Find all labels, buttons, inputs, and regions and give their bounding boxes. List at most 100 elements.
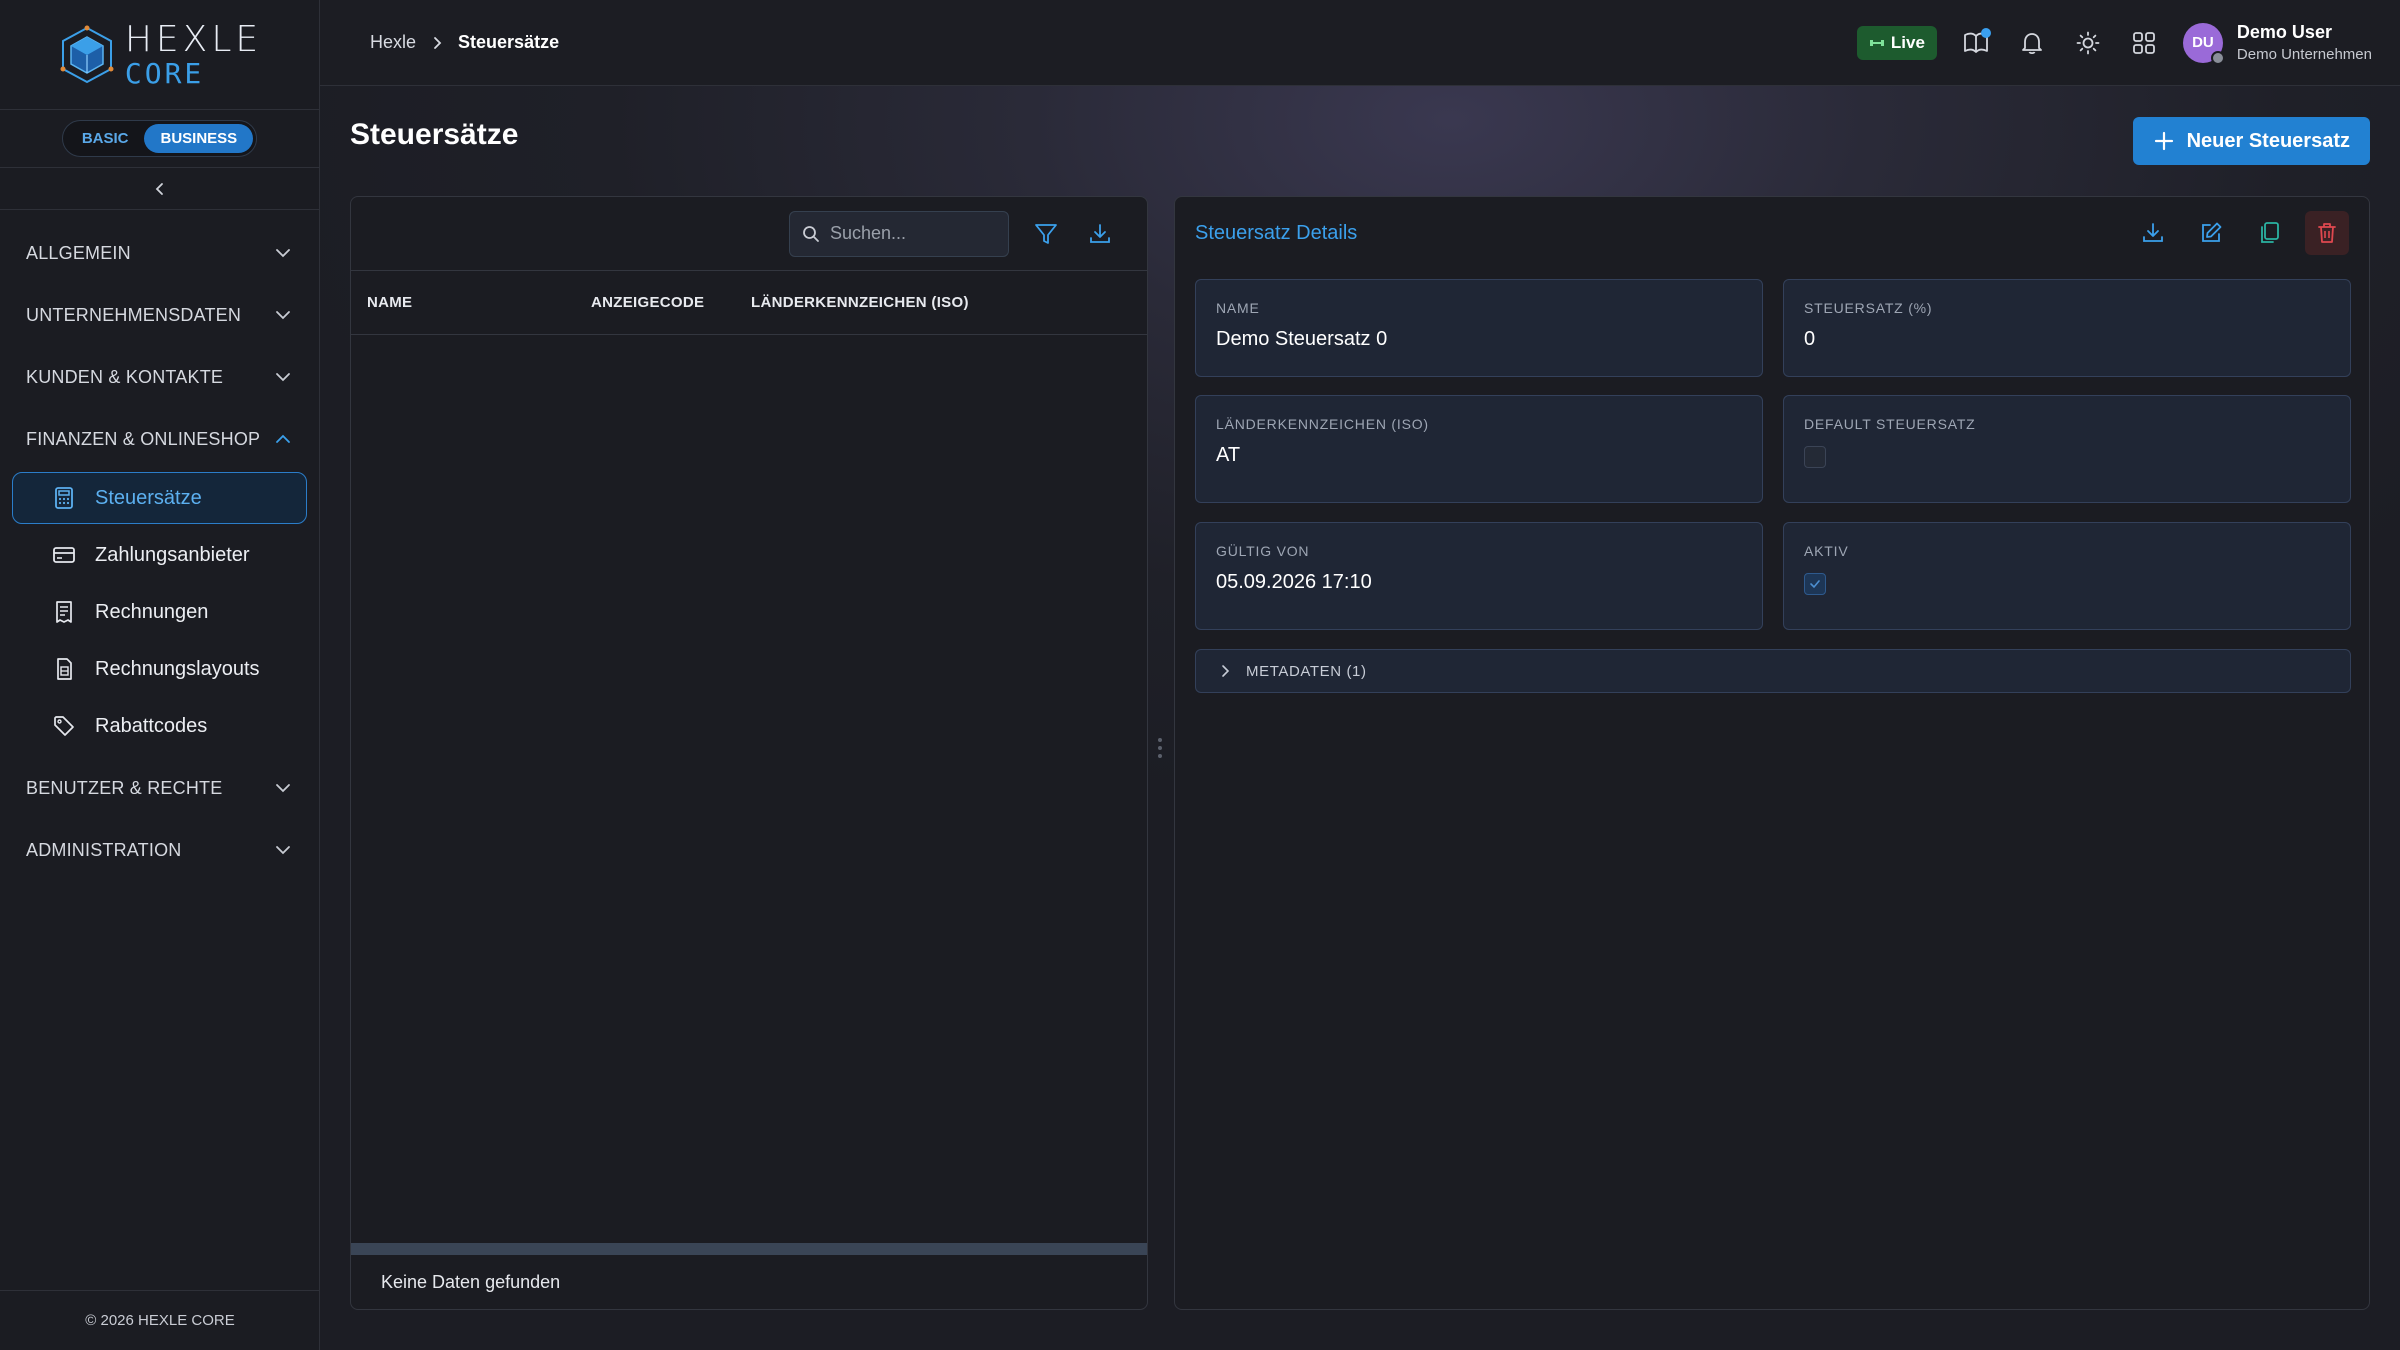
plan-switch-area: BASIC BUSINESS [0, 110, 319, 168]
field-default-tax-rate: DEFAULT STEUERSATZ [1783, 395, 2351, 503]
search-icon [803, 225, 819, 242]
sidebar-footer: © 2026 HEXLE CORE [0, 1290, 320, 1350]
avatar-initials: DU [2192, 34, 2214, 51]
user-company: Demo Unternehmen [2236, 46, 2372, 63]
sidebar-collapse-button[interactable] [0, 168, 319, 210]
copyright-text: © 2026 HEXLE CORE [85, 1312, 235, 1329]
sidebar-item-zahlungsanbieter[interactable]: Zahlungsanbieter [12, 529, 307, 581]
detail-duplicate-button[interactable] [2247, 211, 2291, 255]
metadata-label: METADATEN (1) [1246, 662, 1367, 680]
nav-group-unternehmensdaten[interactable]: UNTERNEHMENSDATEN [0, 284, 319, 346]
breadcrumb-root[interactable]: Hexle [370, 32, 416, 53]
nav-group-benutzer[interactable]: BENUTZER & RECHTE [0, 757, 319, 819]
detail-header: Steuersatz Details [1175, 197, 2369, 269]
horizontal-scrollbar[interactable] [351, 1243, 1147, 1255]
sidebar-nav: ALLGEMEIN UNTERNEHMENSDATEN KUNDEN & KON… [0, 210, 319, 881]
chevron-down-icon [276, 249, 290, 258]
search-box [789, 210, 1009, 257]
download-icon [1090, 223, 1110, 243]
nav-group-label: BENUTZER & RECHTE [26, 777, 223, 798]
nav-group-label: KUNDEN & KONTAKTE [26, 366, 224, 387]
export-button[interactable] [1083, 217, 1117, 251]
live-status-badge[interactable]: Live [1856, 25, 1937, 60]
field-value: Demo Steuersatz 0 [1216, 328, 1388, 350]
apps-grid-button[interactable] [2127, 26, 2161, 60]
sidebar-item-label: Rechnungen [95, 600, 209, 623]
empty-state-text: Keine Daten gefunden [381, 1271, 561, 1292]
sidebar-item-steuersaetze[interactable]: Steuersätze [12, 472, 307, 524]
column-header-iso[interactable]: LÄNDERKENNZEICHEN (ISO) [751, 294, 969, 311]
chevron-right-icon [434, 36, 442, 49]
nav-group-label: UNTERNEHMENSDATEN [26, 304, 242, 325]
chevron-down-icon [276, 846, 290, 855]
detail-download-button[interactable] [2131, 211, 2175, 255]
sidebar-item-label: Zahlungsanbieter [95, 543, 250, 566]
active-checkbox[interactable] [1804, 573, 1826, 595]
nav-group-label: ALLGEMEIN [26, 242, 131, 263]
notifications-button[interactable] [2015, 26, 2049, 60]
chevron-down-icon [276, 311, 290, 320]
live-label: Live [1890, 32, 1925, 52]
user-menu[interactable]: DU Demo User Demo Unternehmen [2182, 22, 2372, 65]
new-tax-rate-button[interactable]: Neuer Steuersatz [2132, 117, 2370, 165]
avatar-status-dot [2210, 50, 2225, 65]
nav-group-allgemein[interactable]: ALLGEMEIN [0, 222, 319, 284]
theme-toggle-button[interactable] [2071, 26, 2105, 60]
column-header-code[interactable]: ANZEIGECODE [591, 294, 751, 311]
panel-resize-handle[interactable] [1158, 738, 1162, 758]
breadcrumb: Hexle Steuersätze [370, 32, 559, 53]
sidebar-item-label: Rabattcodes [95, 714, 208, 737]
field-valid-from[interactable]: GÜLTIG VON 05.09.2026 17:10 [1195, 522, 1763, 630]
metadata-accordion[interactable]: METADATEN (1) [1195, 649, 2351, 693]
field-name[interactable]: NAME Demo Steuersatz 0 [1195, 279, 1763, 377]
field-label: NAME [1216, 300, 1260, 316]
field-active: AKTIV [1783, 522, 2351, 630]
logo-text-core: CORE [124, 56, 205, 90]
plan-toggle: BASIC BUSINESS [61, 120, 258, 157]
receipt-icon [53, 601, 75, 623]
sidebar-item-rechnungen[interactable]: Rechnungen [12, 586, 307, 638]
plan-option-business[interactable]: BUSINESS [144, 124, 254, 153]
topbar: Hexle Steuersätze Live DU Demo User Demo… [320, 0, 2400, 86]
filter-button[interactable] [1029, 217, 1063, 251]
plan-option-basic[interactable]: BASIC [66, 124, 145, 153]
field-label: GÜLTIG VON [1216, 543, 1310, 559]
plus-icon [2154, 131, 2173, 151]
notification-dot [1980, 27, 1991, 38]
breadcrumb-current: Steuersätze [458, 32, 560, 52]
credit-card-icon [53, 544, 75, 566]
chevron-down-icon [276, 784, 290, 793]
field-value: 0 [1804, 328, 1816, 350]
sidebar: HEXLE CORE BASIC BUSINESS ALLGEMEIN UNTE… [0, 0, 320, 1350]
nav-group-kunden[interactable]: KUNDEN & KONTAKTE [0, 346, 319, 408]
nav-group-label: ADMINISTRATION [26, 839, 182, 860]
edit-icon [2202, 222, 2222, 242]
copy-icon [2261, 222, 2279, 243]
column-header-name[interactable]: NAME [367, 294, 591, 311]
nav-group-finanzen[interactable]: FINANZEN & ONLINESHOP [0, 408, 319, 470]
default-checkbox[interactable] [1804, 446, 1826, 468]
field-country-iso[interactable]: LÄNDERKENNZEICHEN (ISO) AT [1195, 395, 1763, 503]
dumbbell-icon [1869, 39, 1884, 46]
hexle-logo[interactable]: HEXLE CORE [57, 18, 263, 90]
sun-icon [2076, 31, 2100, 54]
detail-delete-button[interactable] [2305, 211, 2349, 255]
logo-text-hexle: HEXLE [124, 18, 263, 60]
detail-title: Steuersatz Details [1195, 221, 1358, 244]
topbar-actions: Live DU Demo User Demo Unternehmen [1856, 22, 2372, 65]
sidebar-item-rechnungslayouts[interactable]: Rechnungslayouts [12, 643, 307, 695]
detail-edit-button[interactable] [2189, 211, 2233, 255]
sidebar-item-rabattcodes[interactable]: Rabattcodes [12, 700, 307, 752]
field-label: LÄNDERKENNZEICHEN (ISO) [1216, 416, 1429, 432]
nav-group-administration[interactable]: ADMINISTRATION [0, 819, 319, 881]
field-label: DEFAULT STEUERSATZ [1804, 416, 1976, 432]
search-input[interactable] [830, 223, 990, 244]
docs-button[interactable] [1959, 26, 1993, 60]
field-tax-rate[interactable]: STEUERSATZ (%) 0 [1783, 279, 2351, 377]
list-toolbar [351, 197, 1147, 271]
list-footer: Keine Daten gefunden [351, 1255, 1147, 1309]
chevron-left-icon [155, 182, 163, 195]
chevron-right-icon [1222, 665, 1230, 677]
field-label: STEUERSATZ (%) [1804, 300, 1933, 316]
page-title: Steuersätze [350, 118, 519, 151]
